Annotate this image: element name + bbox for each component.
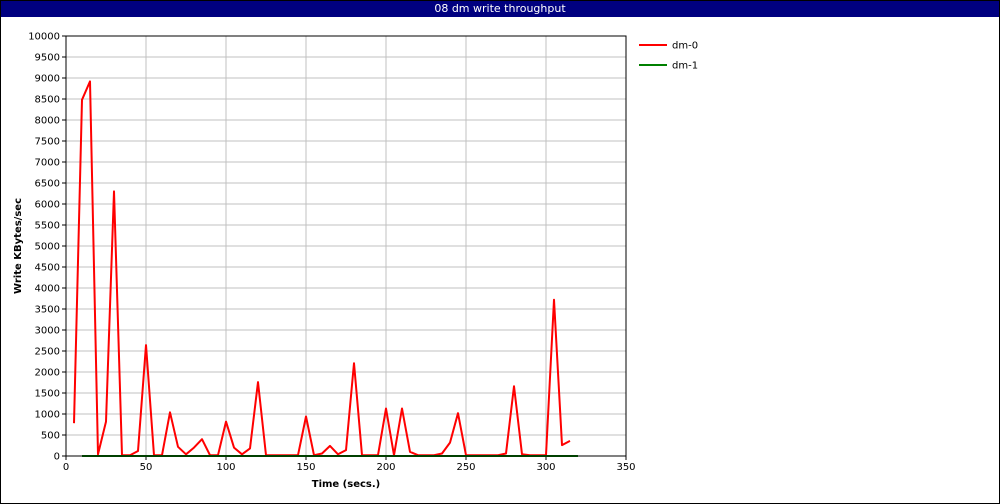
y-tick-label: 4500 [35, 263, 60, 274]
chart-svg: 0 50 100 150 200 250 300 3500500100015002000250… [13, 32, 698, 491]
y-tick-label: 10000 [28, 32, 60, 43]
y-tick-label: 1500 [35, 389, 60, 400]
y-tick-label: 6500 [35, 179, 60, 190]
y-tick-label: 8000 [35, 116, 60, 127]
x-tick-label: 50 [140, 462, 153, 473]
y-tick-label: 1000 [35, 410, 60, 421]
y-tick-label: 6000 [35, 200, 60, 211]
x-tick-label: 150 [296, 462, 315, 473]
y-tick-label: 5000 [35, 242, 60, 253]
y-tick-label: 7500 [35, 137, 60, 148]
x-tick-label: 300 [536, 462, 555, 473]
y-tick-label: 2000 [35, 368, 60, 379]
ticks: 0 50 100 150 200 250 300 3500500100015002000250… [28, 32, 635, 474]
x-axis-label: Time (secs.) [312, 479, 381, 490]
chart-title: 08 dm write throughput [1, 1, 999, 17]
y-tick-label: 8500 [35, 95, 60, 106]
y-tick-label: 9500 [35, 53, 60, 64]
y-tick-label: 3000 [35, 326, 60, 337]
y-tick-label: 500 [41, 431, 60, 442]
x-tick-label: 350 [616, 462, 635, 473]
legend-label-dm-1: dm-1 [672, 61, 698, 72]
x-tick-label: 250 [456, 462, 475, 473]
legend-label-dm-0: dm-0 [672, 41, 698, 52]
y-tick-label: 2500 [35, 347, 60, 358]
y-tick-label: 4000 [35, 284, 60, 295]
y-tick-label: 5500 [35, 221, 60, 232]
x-tick-label: 200 [376, 462, 395, 473]
x-tick-label: 100 [216, 462, 235, 473]
series [73, 80, 578, 457]
y-tick-label: 0 [54, 452, 60, 463]
y-tick-label: 9000 [35, 74, 60, 85]
y-axis-label: Write KBytes/sec [13, 198, 24, 294]
series-line-dm-0 [73, 80, 571, 457]
chart-window: 08 dm write throughput 0 50 100 150 200 250 30… [0, 0, 1000, 504]
x-tick-label: 0 [63, 462, 69, 473]
legend: dm-0 dm-1 [639, 41, 698, 72]
y-tick-label: 3500 [35, 305, 60, 316]
y-tick-label: 7000 [35, 158, 60, 169]
